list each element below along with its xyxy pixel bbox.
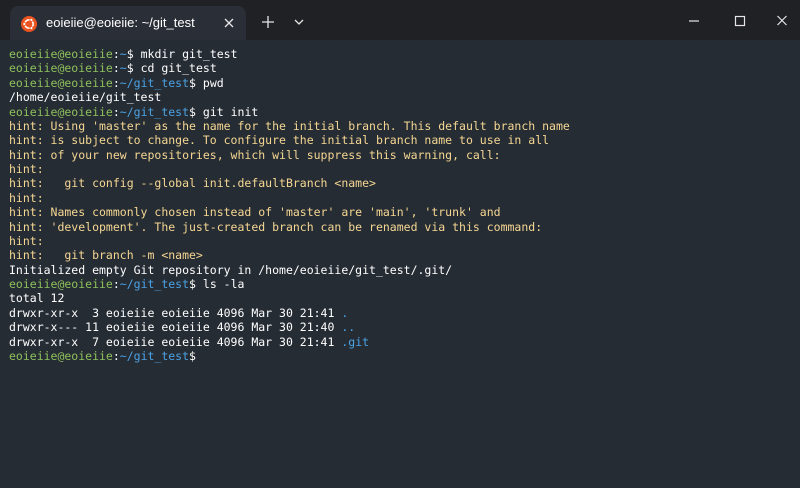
output-text: total 12 (9, 291, 65, 306)
command-text: git init (202, 104, 259, 119)
hint-text: hint: git config --global init.defaultBr… (9, 176, 376, 191)
prompt-symbol: $ (126, 47, 141, 61)
terminal-line: eoieiie@eoieiie:~/git_test$ ls -la (9, 277, 570, 291)
terminal-line: drwxr-x--- 11 eoieiie eoieiie 4096 Mar 3… (9, 320, 570, 334)
prompt-path: ~/git_test (119, 348, 190, 363)
hint-text: hint: (9, 190, 44, 205)
prompt-user: eoieiie@eoieiie (9, 104, 113, 119)
listing-text: drwxr-xr-x 7 eoieiie eoieiie 4096 Mar 30… (9, 334, 342, 349)
prompt-path: ~/git_test (119, 277, 190, 291)
terminal-line: eoieiie@eoieiie:~/git_test$ (9, 349, 570, 363)
terminal-line: /home/eoieiie/git_test (9, 90, 570, 104)
prompt-separator: : (112, 348, 120, 363)
terminal-line: total 12 (9, 291, 570, 305)
hint-text: hint: (9, 233, 44, 248)
plus-icon[interactable] (259, 13, 277, 31)
prompt-symbol: $ (126, 61, 141, 76)
terminal-line: eoieiie@eoieiie:~/git_test$ pwd (9, 76, 570, 90)
terminal-tab[interactable]: eoieiie@eoieiie: ~/git_test (10, 6, 246, 40)
hint-text: hint: (9, 162, 44, 176)
command-text: mkdir git_test (140, 47, 238, 61)
ubuntu-icon (21, 16, 37, 32)
terminal-line: drwxr-xr-x 3 eoieiie eoieiie 4096 Mar 30… (9, 306, 570, 320)
prompt-user: eoieiie@eoieiie (9, 277, 113, 291)
hint-text: hint: of your new repositories, which wi… (9, 147, 501, 162)
terminal-line: Initialized empty Git repository in /hom… (9, 263, 570, 277)
hint-text: hint: 'development'. The just-created br… (9, 219, 543, 234)
prompt-symbol: $ (189, 348, 196, 363)
terminal-line: hint: (9, 191, 570, 205)
prompt-separator: : (112, 75, 120, 90)
maximize-icon[interactable] (730, 12, 750, 30)
prompt-symbol: $ (189, 104, 203, 119)
listing-name: .. (341, 320, 356, 335)
command-text: cd git_test (140, 61, 217, 76)
listing-text: drwxr-x--- 11 eoieiie eoieiie 4096 Mar 3… (9, 320, 342, 335)
terminal-output[interactable]: eoieiie@eoieiie:~$ mkdir git_test eoieiie… (0, 40, 800, 488)
terminal-line: hint: is subject to change. To configure… (9, 133, 570, 147)
terminal-line: eoieiie@eoieiie:~/git_test$ git init (9, 105, 570, 119)
terminal-line: eoieiie@eoieiie:~$ mkdir git_test (9, 47, 570, 61)
prompt-path: ~/git_test (119, 104, 190, 119)
terminal-line: drwxr-xr-x 7 eoieiie eoieiie 4096 Mar 30… (9, 335, 570, 349)
terminal-lines: eoieiie@eoieiie:~$ mkdir git_test eoieiie… (9, 47, 570, 363)
prompt-user: eoieiie@eoieiie (9, 75, 113, 90)
terminal-line: hint: of your new repositories, which wi… (9, 148, 570, 162)
prompt-path: ~ (119, 61, 127, 76)
terminal-line: hint: (9, 162, 570, 176)
prompt-user: eoieiie@eoieiie (9, 61, 113, 76)
prompt-separator: : (112, 277, 120, 291)
command-text: pwd (202, 75, 224, 90)
terminal-line: hint: git branch -m <name> (9, 248, 570, 262)
prompt-user: eoieiie@eoieiie (9, 348, 113, 363)
hint-text: hint: Using 'master' as the name for the… (9, 118, 570, 133)
output-text: Initialized empty Git repository in /hom… (9, 262, 453, 277)
output-text: /home/eoieiie/git_test (9, 90, 162, 105)
listing-name: .git (341, 334, 370, 349)
minimize-icon[interactable] (684, 12, 704, 30)
close-icon[interactable] (220, 14, 238, 32)
tab-title: eoieiie@eoieiie: ~/git_test (46, 15, 195, 30)
chevron-down-icon[interactable] (290, 13, 308, 31)
terminal-line: hint: Names commonly chosen instead of '… (9, 205, 570, 219)
listing-text: drwxr-xr-x 3 eoieiie eoieiie 4096 Mar 30… (9, 305, 342, 320)
terminal-line: eoieiie@eoieiie:~$ cd git_test (9, 61, 570, 75)
command-text: ls -la (202, 277, 245, 291)
prompt-symbol: $ (189, 277, 203, 291)
prompt-user: eoieiie@eoieiie (9, 47, 113, 61)
prompt-separator: : (112, 104, 120, 119)
terminal-line: hint: (9, 234, 570, 248)
prompt-path: ~/git_test (119, 75, 190, 90)
close-icon[interactable] (772, 12, 792, 30)
title-bar: eoieiie@eoieiie: ~/git_test (0, 0, 800, 40)
prompt-path: ~ (119, 47, 127, 61)
prompt-separator: : (112, 61, 120, 76)
hint-text: hint: Names commonly chosen instead of '… (9, 205, 501, 220)
terminal-line: hint: 'development'. The just-created br… (9, 220, 570, 234)
hint-text: hint: git branch -m <name> (9, 248, 203, 263)
prompt-separator: : (112, 47, 120, 61)
terminal-line: hint: Using 'master' as the name for the… (9, 119, 570, 133)
prompt-symbol: $ (189, 75, 203, 90)
terminal-line: hint: git config --global init.defaultBr… (9, 176, 570, 190)
hint-text: hint: is subject to change. To configure… (9, 133, 550, 148)
listing-name: . (341, 305, 349, 320)
